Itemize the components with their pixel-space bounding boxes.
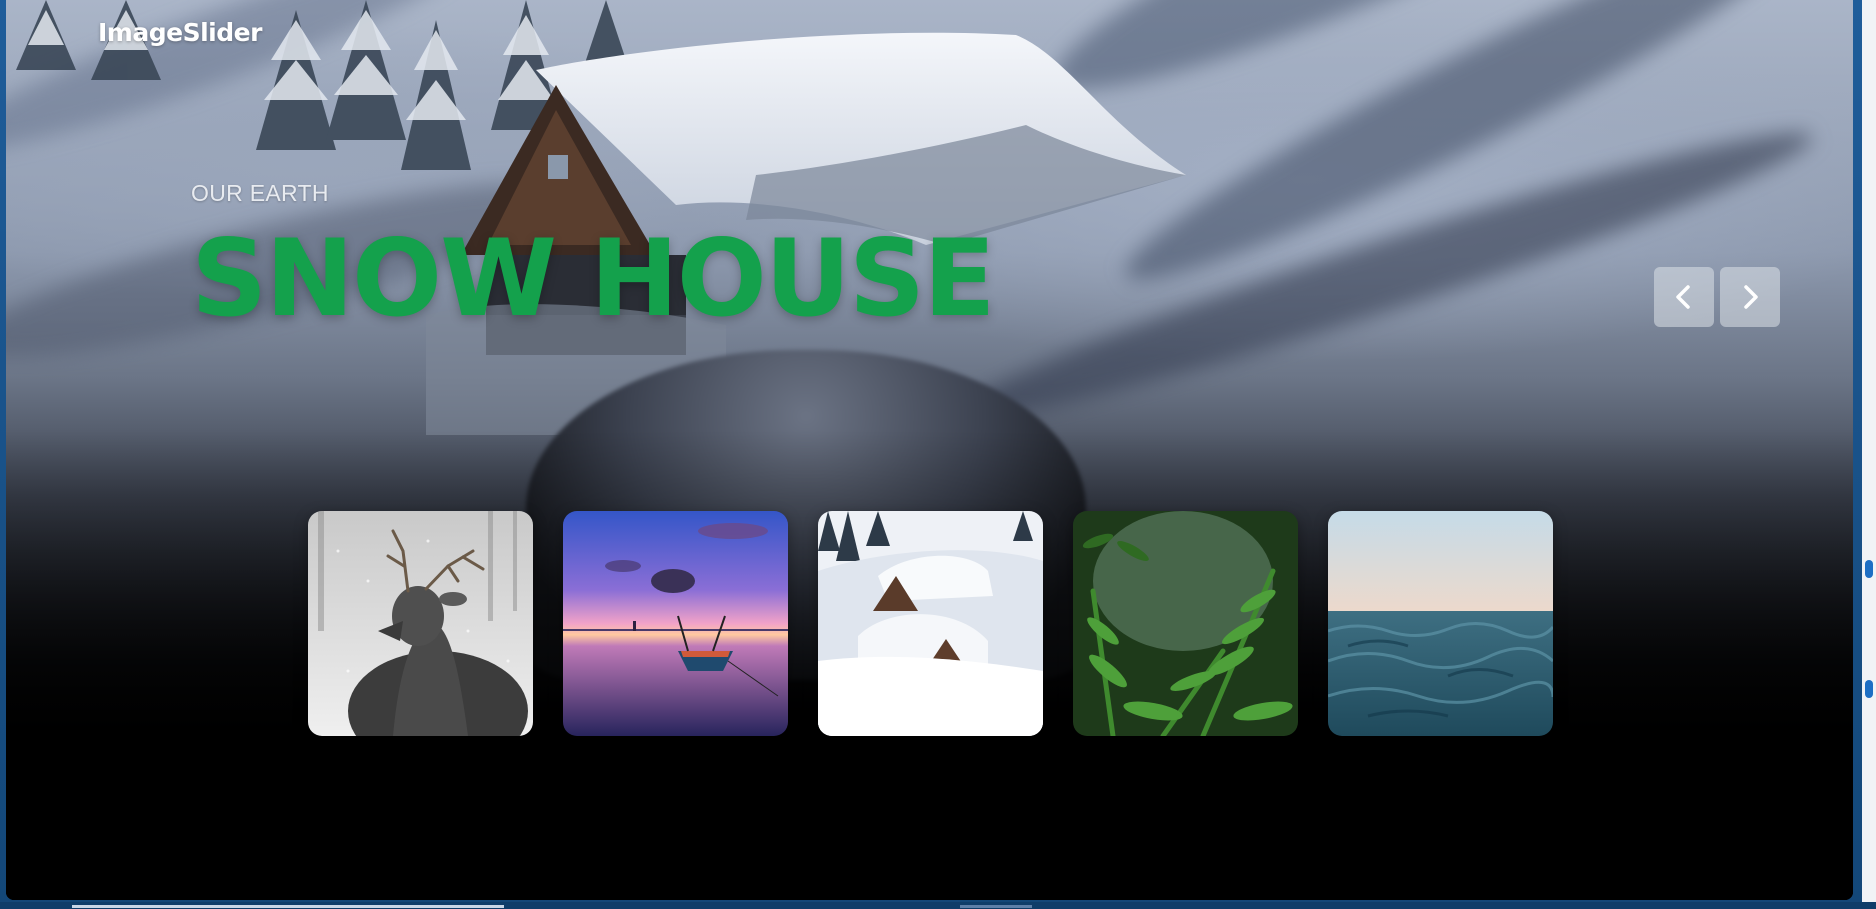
background-window-edge [1862,0,1876,909]
app-logo[interactable]: ImageSlider [98,18,262,47]
image-slider-window: ImageSlider OUR EARTH SNOW HOUSE [6,0,1853,900]
snow-cabins-image [818,511,1043,736]
boat-sunset-image [563,511,788,736]
next-slide-button[interactable] [1720,267,1780,327]
thumbnail-strip [308,511,1553,736]
fern-forest-image [1073,511,1298,736]
slide-subtitle: OUR EARTH [191,180,329,206]
thumbnail-deer[interactable] [308,511,533,736]
chevron-right-icon [1744,285,1758,309]
hero-background-image [6,0,1853,900]
deer-image [308,511,533,736]
thumbnail-boat[interactable] [563,511,788,736]
thumbnail-ocean[interactable] [1328,511,1553,736]
slide-title: SNOW HOUSE [191,217,996,340]
chevron-left-icon [1676,285,1690,309]
thumbnail-fern[interactable] [1073,511,1298,736]
taskbar-edge [0,902,1876,909]
previous-slide-button[interactable] [1654,267,1714,327]
ocean-waves-image [1328,511,1553,736]
thumbnail-snow-house[interactable] [818,511,1043,736]
